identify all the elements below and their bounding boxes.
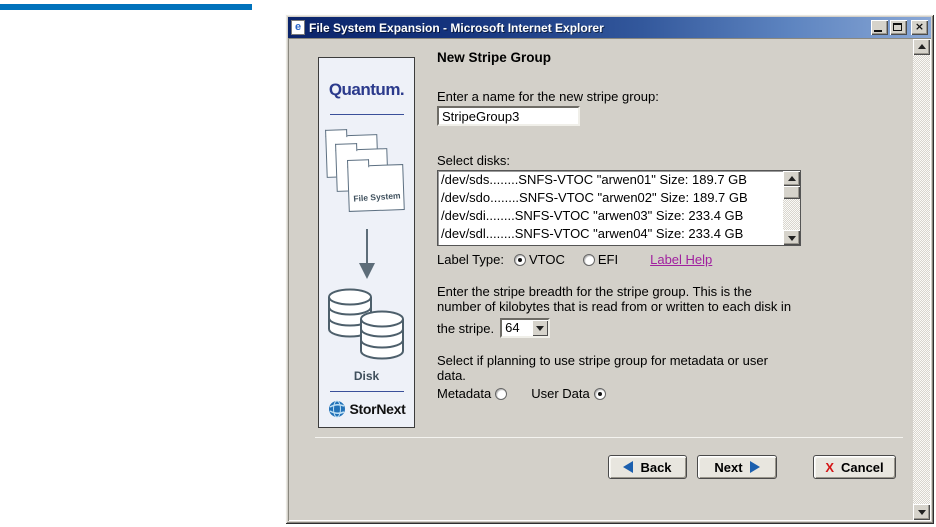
arrow-left-icon bbox=[623, 461, 634, 473]
page-background: e File System Expansion - Microsoft Inte… bbox=[0, 0, 936, 527]
stripe-breadth-row: the stripe. 64 bbox=[437, 318, 909, 338]
chevron-down-icon bbox=[536, 326, 545, 331]
disk-label: Disk bbox=[353, 369, 380, 383]
metadata-label: Metadata bbox=[437, 386, 492, 401]
disk-list-item[interactable]: /dev/sdi........SNFS-VTOC "arwen03" Size… bbox=[439, 207, 782, 225]
page-title: New Stripe Group bbox=[437, 50, 552, 65]
dropdown-button[interactable] bbox=[532, 320, 549, 336]
usage-text-line: data. bbox=[437, 368, 466, 383]
cancel-button-label: Cancel bbox=[841, 459, 884, 475]
scroll-up-icon bbox=[917, 44, 926, 49]
back-button[interactable]: Back bbox=[608, 455, 687, 479]
stornext-logo: StorNext bbox=[319, 400, 414, 418]
folder-front-icon: File System bbox=[346, 164, 405, 212]
scroll-down-button[interactable] bbox=[913, 504, 930, 520]
sidebar-divider bbox=[329, 391, 404, 392]
titlebar[interactable]: e File System Expansion - Microsoft Inte… bbox=[288, 17, 931, 38]
wizard-content: New Stripe Group Enter a name for the ne… bbox=[437, 50, 909, 401]
list-scroll-down-button[interactable] bbox=[783, 230, 800, 245]
disk-list-scrollbar[interactable] bbox=[783, 171, 800, 245]
window-controls: × bbox=[871, 20, 928, 35]
stripe-breadth-text-line: number of kilobytes that is read from or… bbox=[437, 299, 792, 314]
name-prompt: Enter a name for the new stripe group: bbox=[437, 89, 659, 104]
disk-list-item[interactable]: /dev/sdo........SNFS-VTOC "arwen02" Size… bbox=[439, 189, 782, 207]
efi-radio[interactable] bbox=[582, 253, 595, 266]
minimize-icon bbox=[874, 30, 882, 32]
ie-page-icon: e bbox=[291, 20, 305, 35]
stripe-breadth-select[interactable]: 64 bbox=[500, 318, 551, 338]
usage-radio-row: Metadata User Data bbox=[437, 386, 909, 401]
disk-stack-icon bbox=[327, 288, 404, 360]
stornext-label: StorNext bbox=[349, 401, 406, 417]
disk-list-item[interactable]: /dev/sds........SNFS-VTOC "arwen01" Size… bbox=[439, 171, 782, 189]
ie-window: e File System Expansion - Microsoft Inte… bbox=[285, 14, 934, 524]
arrow-right-icon bbox=[749, 461, 760, 473]
close-button[interactable]: × bbox=[911, 20, 928, 35]
usage-text: Select if planning to use stripe group f… bbox=[437, 353, 909, 383]
client-area: Quantum. File System Disk StorNext New S… bbox=[288, 38, 931, 521]
userdata-radio[interactable] bbox=[593, 387, 606, 400]
stripe-group-name-input[interactable] bbox=[437, 106, 580, 126]
label-type-row: Label Type: VTOC EFI Label Help bbox=[437, 252, 909, 267]
wizard-sidebar: Quantum. File System Disk StorNext bbox=[318, 57, 415, 428]
file-system-label: File System bbox=[352, 190, 401, 204]
scroll-down-icon bbox=[787, 235, 796, 241]
next-button-label: Next bbox=[714, 459, 743, 475]
flow-arrow-icon bbox=[358, 229, 375, 279]
scroll-up-button[interactable] bbox=[913, 39, 930, 55]
userdata-label: User Data bbox=[531, 386, 590, 401]
disk-list-item[interactable]: /dev/sdl........SNFS-VTOC "arwen04" Size… bbox=[439, 225, 782, 243]
sidebar-divider bbox=[329, 114, 404, 115]
list-scroll-up-button[interactable] bbox=[783, 171, 800, 186]
window-title: File System Expansion - Microsoft Intern… bbox=[309, 20, 604, 35]
stripe-breadth-text: Enter the stripe breadth for the stripe … bbox=[437, 284, 909, 314]
scroll-down-icon bbox=[917, 510, 926, 515]
scroll-up-icon bbox=[787, 175, 796, 181]
disk-list[interactable]: /dev/sds........SNFS-VTOC "arwen01" Size… bbox=[437, 170, 801, 246]
back-button-label: Back bbox=[640, 459, 672, 475]
vtoc-label: VTOC bbox=[528, 252, 565, 267]
metadata-radio[interactable] bbox=[495, 387, 508, 400]
cancel-x-icon: X bbox=[825, 459, 835, 475]
maximize-icon bbox=[893, 23, 902, 31]
label-help-link[interactable]: Label Help bbox=[650, 252, 712, 267]
label-type-label: Label Type: bbox=[437, 252, 504, 267]
select-disks-label: Select disks: bbox=[437, 153, 510, 168]
next-button[interactable]: Next bbox=[697, 455, 777, 479]
window-scrollbar[interactable] bbox=[913, 39, 930, 520]
top-rule bbox=[0, 4, 252, 10]
stripe-breadth-inline-label: the stripe. bbox=[437, 320, 495, 336]
minimize-button[interactable] bbox=[871, 20, 888, 35]
disk-list-rows: /dev/sds........SNFS-VTOC "arwen01" Size… bbox=[439, 171, 782, 245]
file-system-icon: File System bbox=[324, 125, 410, 225]
close-icon: × bbox=[914, 20, 925, 33]
stripe-breadth-value: 64 bbox=[505, 320, 520, 335]
vtoc-radio[interactable] bbox=[513, 253, 526, 266]
maximize-button[interactable] bbox=[890, 20, 907, 35]
stripe-breadth-text-line: Enter the stripe breadth for the stripe … bbox=[437, 284, 752, 299]
usage-text-line: Select if planning to use stripe group f… bbox=[437, 353, 768, 368]
footer-divider bbox=[315, 437, 903, 438]
quantum-logo: Quantum. bbox=[328, 80, 405, 99]
stornext-globe-icon bbox=[328, 400, 345, 418]
cancel-button[interactable]: X Cancel bbox=[813, 455, 896, 479]
list-scroll-thumb[interactable] bbox=[783, 186, 800, 199]
efi-label: EFI bbox=[597, 252, 619, 267]
